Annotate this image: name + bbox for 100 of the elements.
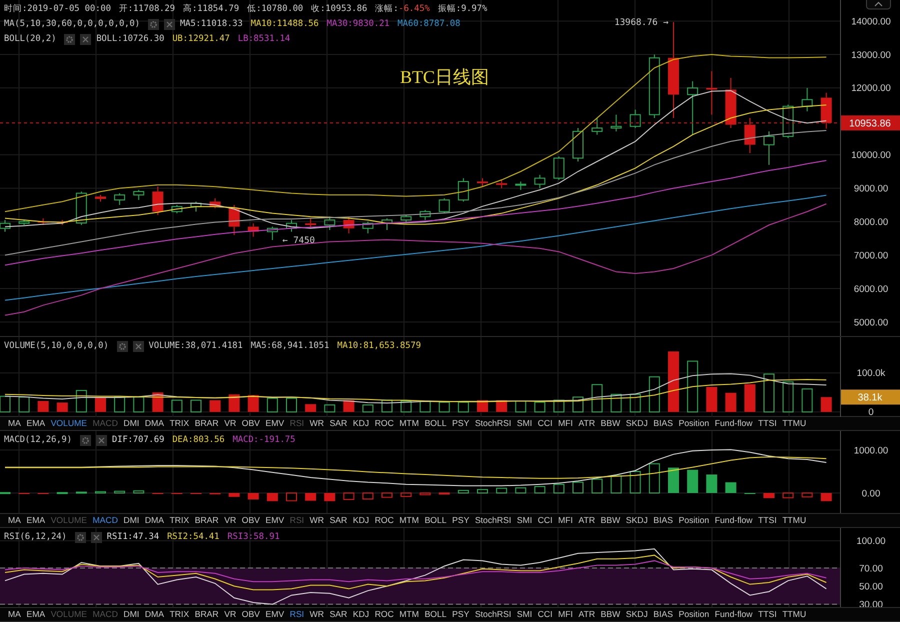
indicator-tab[interactable]: TTMU [782,515,806,526]
indicator-tab[interactable]: PSY [452,418,470,429]
indicator-tab[interactable]: VR [224,515,236,526]
indicator-tab[interactable]: CCI [538,515,553,526]
indicator-tab[interactable]: RSI [290,609,304,620]
indicator-tab[interactable]: ROC [374,515,394,526]
indicator-tab[interactable]: TTMU [782,418,806,429]
indicator-tab[interactable]: OBV [242,515,260,526]
indicator-tab[interactable]: StochRSI [474,609,512,620]
close-icon[interactable] [132,340,144,352]
indicator-tab[interactable]: MTM [399,609,419,620]
indicator-tab[interactable]: BRAR [194,515,219,526]
indicator-tab[interactable]: CCI [538,609,553,620]
indicator-tab[interactable]: SMI [516,418,532,429]
close-icon[interactable] [80,34,92,44]
close-icon[interactable] [96,434,107,446]
indicator-tab[interactable]: EMA [26,515,46,526]
indicator-tab[interactable]: ATR [578,609,596,620]
indicator-tab[interactable]: DMI [124,418,140,429]
indicator-tab[interactable]: StochRSI [474,418,512,429]
collapse-button[interactable] [866,0,891,10]
indicator-tab[interactable]: TTSI [758,418,777,429]
indicator-tab[interactable]: Fund-flow [714,515,752,526]
indicator-tab[interactable]: BOLL [424,418,447,429]
indicator-tab[interactable]: BBW [600,609,620,620]
indicator-tab[interactable]: CCI [538,418,553,429]
indicator-tab[interactable]: VOLUME [50,418,87,429]
indicator-tab[interactable]: DMI [124,515,140,526]
indicator-tab[interactable]: ATR [578,515,596,526]
candlestick [76,191,87,226]
indicator-tab[interactable]: TTSI [758,609,777,620]
indicator-tab[interactable]: EMV [266,609,284,620]
indicator-tab[interactable]: BRAR [194,609,219,620]
indicator-tab[interactable]: TRIX [170,418,190,429]
settings-icon[interactable] [64,34,76,44]
indicator-tab[interactable]: BOLL [424,515,447,526]
settings-icon[interactable] [74,532,86,542]
indicator-tab[interactable]: MFI [558,515,573,526]
indicator-tab[interactable]: SMI [516,609,532,620]
indicator-tab[interactable]: WR [310,418,324,429]
indicator-tab[interactable]: VR [224,418,236,429]
indicator-tab[interactable]: ROC [374,609,394,620]
indicator-value: MA5:68,941.1051 [250,340,330,352]
indicator-tab[interactable]: StochRSI [474,515,512,526]
indicator-tab[interactable]: SMI [516,515,532,526]
indicator-tab[interactable]: BIAS [653,515,673,526]
indicator-tab[interactable]: SAR [330,609,348,620]
indicator-tab[interactable]: ATR [578,418,596,429]
indicator-tab[interactable]: MA [8,418,21,429]
indicator-tab[interactable]: SAR [330,515,348,526]
settings-icon[interactable] [116,340,128,352]
indicator-tab[interactable]: Position [678,515,710,526]
indicator-tab[interactable]: VR [224,609,236,620]
indicator-tab[interactable]: KDJ [352,515,370,526]
indicator-tab[interactable]: BIAS [653,418,673,429]
indicator-tab[interactable]: DMA [144,609,164,620]
indicator-tab[interactable]: Position [678,418,710,429]
indicator-tab[interactable]: PSY [452,609,470,620]
settings-icon[interactable] [80,434,91,446]
indicator-tab[interactable]: MTM [399,515,419,526]
indicator-tab[interactable]: WR [310,609,324,620]
indicator-tab[interactable]: EMA [26,418,46,429]
indicator-tab[interactable]: DMA [144,515,164,526]
indicator-tab[interactable]: ROC [374,418,394,429]
indicator-tab[interactable]: OBV [242,418,260,429]
indicator-tab[interactable]: KDJ [352,609,370,620]
indicator-tab[interactable]: BBW [600,418,620,429]
indicator-tab[interactable]: MA [8,515,21,526]
indicator-tab[interactable]: BIAS [653,609,673,620]
indicator-tab[interactable]: BOLL [424,609,447,620]
indicator-tab[interactable]: MFI [558,609,573,620]
indicator-tab[interactable]: BBW [600,515,620,526]
indicator-tab[interactable]: TTSI [758,515,777,526]
indicator-tab[interactable]: TTMU [782,609,806,620]
indicator-tab[interactable]: EMV [266,418,284,429]
indicator-tab[interactable]: Fund-flow [714,609,752,620]
indicator-tab[interactable]: DMA [144,418,164,429]
indicator-tab[interactable]: MA [8,609,21,620]
indicator-tab[interactable]: OBV [242,609,260,620]
indicator-tab[interactable]: WR [310,515,324,526]
close-icon[interactable] [90,532,102,542]
indicator-tab[interactable]: TRIX [170,515,190,526]
indicator-tab[interactable]: EMA [26,609,46,620]
indicator-tab[interactable]: MACD [92,515,118,526]
indicator-tab[interactable]: BRAR [194,418,219,429]
indicator-tab[interactable]: SKDJ [626,418,648,429]
indicator-tab[interactable]: EMV [266,515,284,526]
indicator-tab[interactable]: DMI [124,609,140,620]
indicator-tab[interactable]: MFI [558,418,573,429]
indicator-tab[interactable]: SKDJ [626,515,648,526]
close-icon[interactable] [164,18,175,30]
settings-icon[interactable] [148,18,159,30]
indicator-tab[interactable]: TRIX [170,609,190,620]
indicator-tab[interactable]: SAR [330,418,348,429]
indicator-tab[interactable]: SKDJ [626,609,648,620]
indicator-tab[interactable]: Fund-flow [714,418,752,429]
indicator-tab[interactable]: MTM [399,418,419,429]
indicator-tab[interactable]: KDJ [352,418,370,429]
indicator-tab[interactable]: PSY [452,515,470,526]
indicator-tab[interactable]: Position [678,609,710,620]
